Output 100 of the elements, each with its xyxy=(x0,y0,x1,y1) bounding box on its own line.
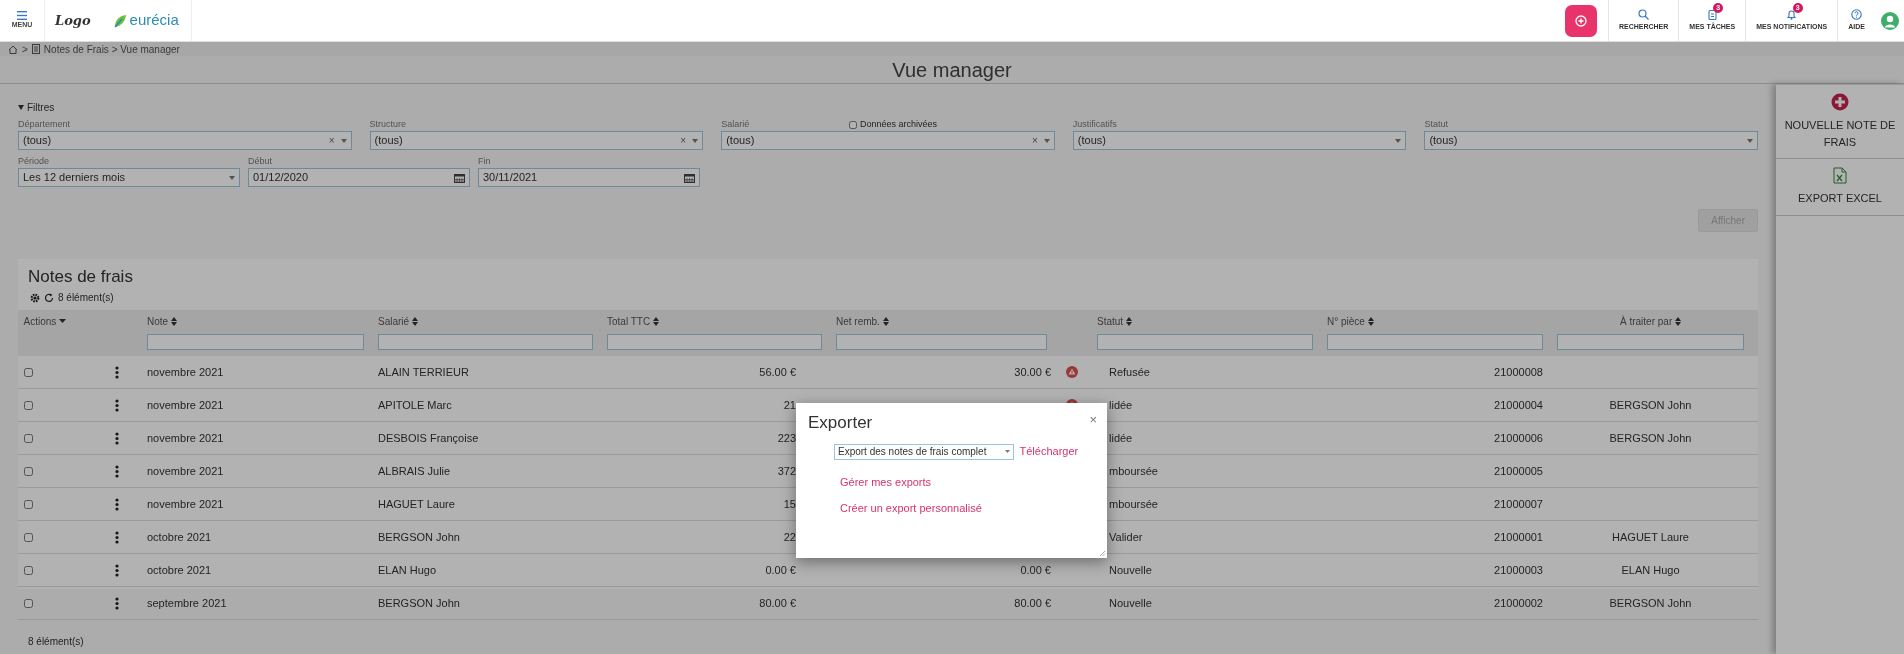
table-cell-text: 21 xyxy=(783,398,796,414)
field-label: Fin xyxy=(478,154,491,168)
add-button[interactable] xyxy=(1564,5,1597,37)
field-label: Période xyxy=(18,154,50,168)
row-checkbox[interactable] xyxy=(23,367,33,377)
breadcrumb-trail[interactable]: Notes de Frais > Vue manager xyxy=(43,41,180,57)
table-cell-text: 0.00 € xyxy=(765,563,796,579)
select-field[interactable]: (tous) × xyxy=(369,131,704,150)
column-header[interactable]: Note xyxy=(147,313,177,329)
archived-checkbox[interactable] xyxy=(849,120,858,129)
table-cell-text: Nouvelle xyxy=(1109,563,1152,579)
row-checkbox[interactable] xyxy=(23,499,33,509)
select-field[interactable]: (tous) xyxy=(1072,131,1407,150)
table-cell-text: APITOLE Marc xyxy=(378,398,452,414)
table-cell-text: Valider xyxy=(1109,530,1143,546)
table-cell-text: 21000003 xyxy=(1494,563,1543,579)
clipboard-icon xyxy=(1706,8,1718,20)
column-filter-field[interactable] xyxy=(1327,334,1543,351)
row-checkbox[interactable] xyxy=(23,532,33,542)
column-filter-field[interactable] xyxy=(147,334,364,351)
date-field[interactable]: 30/11/2021 xyxy=(478,168,700,187)
help-icon xyxy=(1851,8,1863,20)
calendar-icon xyxy=(684,172,695,183)
table-cell-text: 372 xyxy=(777,464,796,480)
checkbox-label[interactable]: Données archivées xyxy=(859,117,937,132)
refresh-icon[interactable] xyxy=(44,292,54,303)
side-action-button[interactable]: NOUVELLE NOTE DE FRAIS xyxy=(1776,85,1904,159)
close-button[interactable]: × xyxy=(1089,413,1097,426)
dialog-link[interactable]: Gérer mes exports xyxy=(840,473,932,491)
sort-icon xyxy=(1675,316,1681,326)
column-header[interactable]: Actions xyxy=(23,313,67,329)
home-icon[interactable] xyxy=(8,44,18,54)
date-field[interactable]: 01/12/2020 xyxy=(248,168,470,187)
plus-icon xyxy=(1831,93,1849,111)
column-filter-field[interactable] xyxy=(607,334,822,351)
column-filter-field[interactable] xyxy=(378,334,593,351)
column-filter-field[interactable] xyxy=(1557,334,1744,351)
column-filter-field[interactable] xyxy=(836,334,1047,351)
dialog-link[interactable]: Créer un export personnalisé xyxy=(840,500,982,517)
dropdown-caret-icon xyxy=(692,138,699,143)
table-cell-text: novembre 2021 xyxy=(147,431,224,447)
table-cell-text: 21000008 xyxy=(1494,365,1543,381)
side-action-button[interactable]: EXPORT EXCEL xyxy=(1776,159,1904,216)
field-label: Statut xyxy=(1424,117,1448,131)
table-cell-text: Nouvelle xyxy=(1109,596,1152,612)
column-header[interactable]: Statut xyxy=(1097,313,1132,329)
dropdown-caret-icon xyxy=(229,175,235,180)
field-label: Début xyxy=(248,154,273,168)
table-cell-text: 21000007 xyxy=(1494,497,1543,513)
column-filter-field[interactable] xyxy=(1097,334,1313,351)
table-cell-text: novembre 2021 xyxy=(147,497,224,513)
table-cell-text: 30.00 € xyxy=(1014,365,1051,381)
table-cell-text: 223 xyxy=(777,431,796,447)
column-header[interactable]: À traiter par xyxy=(1620,313,1681,329)
item-count: 8 élément(s) xyxy=(27,635,85,650)
settings-icon[interactable] xyxy=(30,292,40,303)
table-cell-text: 56.00 € xyxy=(759,365,796,381)
table-cell-text: ELAN Hugo xyxy=(378,563,437,579)
column-header[interactable]: Total TTC xyxy=(607,313,659,329)
avatar-icon[interactable] xyxy=(1880,11,1899,30)
menu-icon xyxy=(17,10,27,20)
table-cell-text: Refusée xyxy=(1109,365,1150,381)
select-field[interactable]: Les 12 derniers mois xyxy=(18,168,240,187)
row-checkbox[interactable] xyxy=(23,598,33,608)
table-cell-text: BERGSON John xyxy=(378,530,460,546)
more-icon[interactable] xyxy=(114,365,119,379)
more-icon[interactable] xyxy=(114,563,119,577)
download-link[interactable]: Télécharger xyxy=(1019,443,1079,460)
row-checkbox[interactable] xyxy=(23,565,33,575)
more-icon[interactable] xyxy=(114,464,119,478)
more-icon[interactable] xyxy=(114,596,119,610)
row-checkbox[interactable] xyxy=(23,433,33,443)
select-field[interactable]: (tous) × xyxy=(721,131,1055,150)
row-checkbox[interactable] xyxy=(23,466,33,476)
spreadsheet-file-icon xyxy=(1833,167,1847,184)
table-cell-text: mboursée xyxy=(1109,497,1158,513)
table-cell-text: BERGSON John xyxy=(1609,431,1692,447)
field-label: Structure xyxy=(369,117,407,131)
more-icon[interactable] xyxy=(114,497,119,511)
filters-toggle[interactable]: Filtres xyxy=(27,100,55,115)
more-icon[interactable] xyxy=(114,530,119,544)
table-cell-text: octobre 2021 xyxy=(147,530,212,546)
column-header[interactable]: Net remb. xyxy=(836,313,889,329)
sort-icon xyxy=(1125,316,1132,326)
table-cell-text: novembre 2021 xyxy=(147,365,224,381)
row-checkbox[interactable] xyxy=(23,400,33,410)
select-field[interactable]: (tous) × xyxy=(18,131,352,150)
column-header[interactable]: Salarié xyxy=(378,313,418,329)
sort-icon xyxy=(411,316,418,326)
column-header[interactable]: N° pièce xyxy=(1327,313,1374,329)
sort-icon xyxy=(882,316,889,326)
more-icon[interactable] xyxy=(114,431,119,445)
export-type-select[interactable]: Export des notes de frais complet xyxy=(834,443,1014,460)
page-title: Vue manager xyxy=(0,56,1904,84)
calendar-icon xyxy=(454,172,465,183)
more-icon[interactable] xyxy=(114,398,119,412)
caret-icon[interactable] xyxy=(18,105,24,110)
table-cell-text: 21000005 xyxy=(1494,464,1543,480)
table-cell-text: 21000006 xyxy=(1494,431,1543,447)
select-field[interactable]: (tous) xyxy=(1424,131,1758,150)
